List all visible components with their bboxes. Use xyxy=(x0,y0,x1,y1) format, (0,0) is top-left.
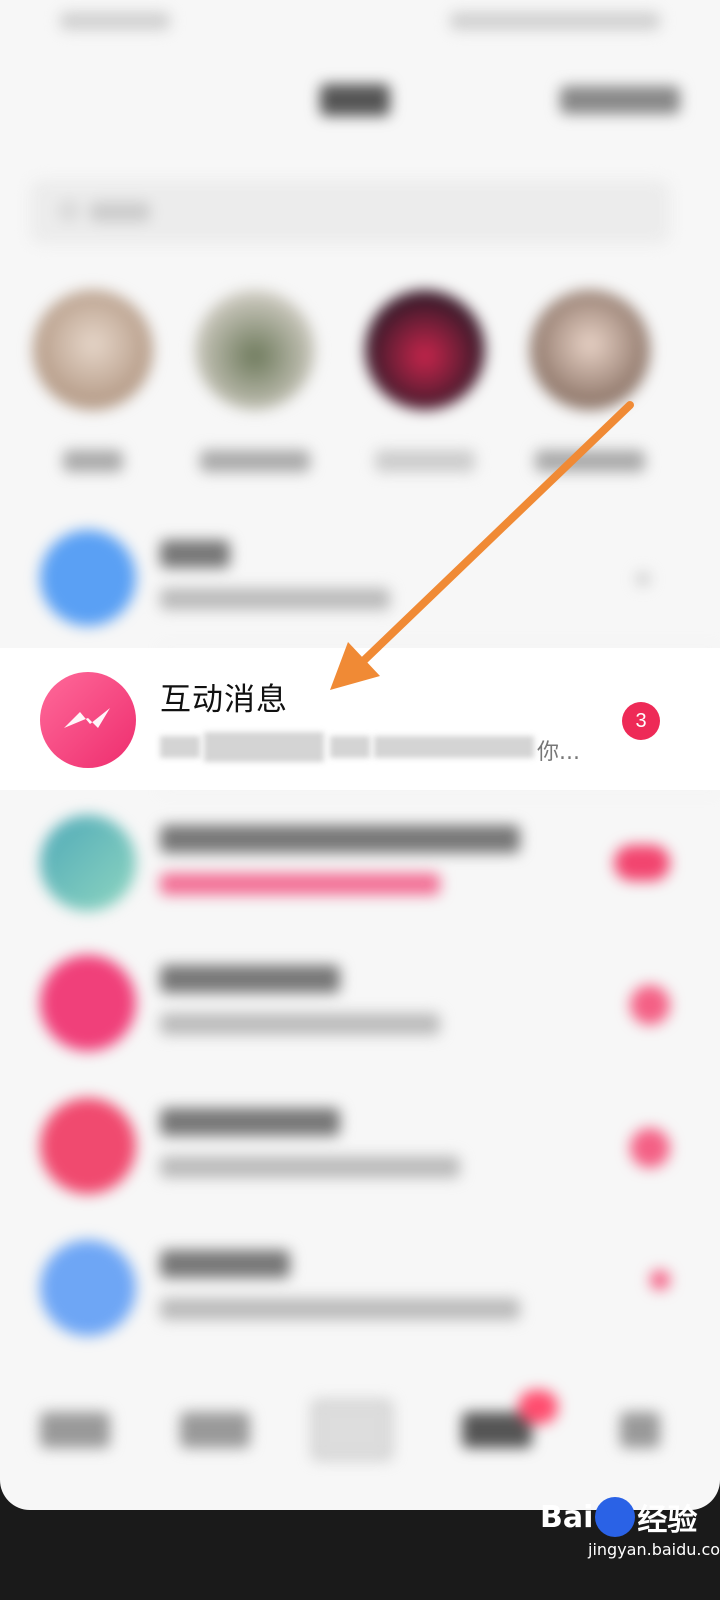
redacted-text xyxy=(330,736,370,758)
list-item[interactable] xyxy=(0,1078,720,1218)
avatar xyxy=(40,1098,136,1194)
redacted-text xyxy=(374,736,534,758)
avatar xyxy=(40,1240,136,1336)
story-strip xyxy=(0,290,720,500)
page-title xyxy=(320,84,390,116)
list-item-interactive-messages[interactable]: 互动消息 你... 3 xyxy=(0,648,720,790)
tab-discover[interactable] xyxy=(180,1412,250,1448)
tab-badge xyxy=(518,1390,558,1424)
story-name xyxy=(535,450,645,472)
watermark-text: Bai xyxy=(540,1499,594,1535)
list-item-preview xyxy=(160,1013,440,1035)
header-action-button[interactable] xyxy=(560,86,680,114)
story-item[interactable] xyxy=(360,290,490,490)
list-item-title: 互动消息 xyxy=(160,682,288,718)
list-item-title xyxy=(160,540,230,568)
avatar xyxy=(40,955,136,1051)
unread-badge: 3 xyxy=(622,702,660,740)
unread-dot xyxy=(650,1270,670,1290)
messages-screen: 互动消息 你... 3 xyxy=(0,0,720,1510)
story-name xyxy=(200,450,310,472)
status-icons xyxy=(450,12,660,30)
paw-icon xyxy=(595,1497,636,1537)
tab-create[interactable] xyxy=(312,1400,392,1460)
story-avatar xyxy=(365,290,485,410)
story-avatar xyxy=(195,290,315,410)
story-avatar xyxy=(530,290,650,410)
tab-profile[interactable] xyxy=(620,1412,660,1448)
list-item-title xyxy=(160,1250,290,1278)
status-time xyxy=(60,12,170,30)
list-item-preview xyxy=(160,1156,460,1178)
story-item[interactable] xyxy=(28,290,158,490)
tab-home[interactable] xyxy=(40,1412,110,1448)
zigzag-icon xyxy=(64,708,110,728)
story-item[interactable] xyxy=(190,290,320,490)
list-item[interactable] xyxy=(0,795,720,935)
list-item-title xyxy=(160,825,520,853)
list-item-preview: 你... xyxy=(160,732,580,766)
unread-badge xyxy=(614,845,670,881)
redacted-text xyxy=(160,736,200,758)
chevron-icon xyxy=(636,572,650,586)
unread-badge xyxy=(630,1128,670,1168)
search-icon xyxy=(60,202,78,220)
divider xyxy=(160,790,720,791)
search-placeholder xyxy=(90,202,150,222)
list-item-title xyxy=(160,1108,340,1136)
preview-suffix: 你... xyxy=(537,740,580,765)
story-name xyxy=(375,450,475,472)
list-item[interactable] xyxy=(0,1220,720,1360)
list-item[interactable] xyxy=(0,510,720,650)
story-avatar xyxy=(33,290,153,410)
bottom-tab-bar xyxy=(0,1390,720,1480)
status-bar xyxy=(60,8,660,38)
story-name xyxy=(63,450,123,472)
avatar xyxy=(40,815,136,911)
header xyxy=(0,70,720,130)
interactive-messages-avatar xyxy=(40,672,136,768)
watermark-text: 经验 xyxy=(637,1503,698,1538)
list-item-preview xyxy=(160,588,390,610)
list-item[interactable] xyxy=(0,935,720,1075)
search-input[interactable] xyxy=(30,180,670,244)
redacted-text xyxy=(204,732,324,762)
list-item-preview xyxy=(160,873,440,895)
story-item[interactable] xyxy=(525,290,655,490)
avatar xyxy=(40,530,136,626)
baidu-watermark: Bai 经验 xyxy=(540,1495,697,1539)
watermark-url: jingyan.baidu.com xyxy=(588,1540,720,1559)
list-item-preview xyxy=(160,1298,520,1320)
list-item-title xyxy=(160,965,340,993)
unread-badge xyxy=(630,985,670,1025)
